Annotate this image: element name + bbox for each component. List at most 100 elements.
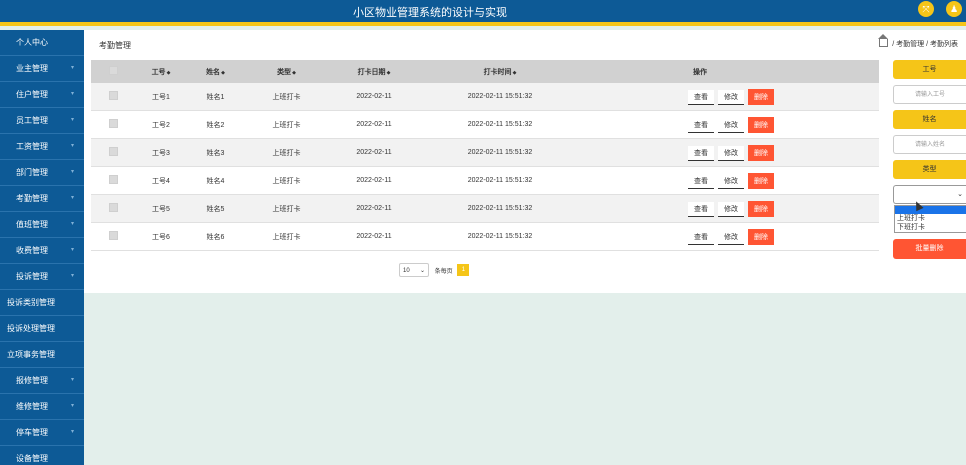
delete-button[interactable]: 删除 — [748, 200, 774, 217]
app-title: 小区物业管理系统的设计与实现 — [353, 7, 507, 19]
row-select-cell — [91, 166, 135, 195]
cell-id: 工号1 — [135, 83, 187, 111]
table-row: 工号5 姓名5 上班打卡 2022-02-11 2022-02-11 15:51:32 查… — [91, 194, 879, 223]
sort-icon: ◆ — [166, 69, 171, 76]
cell-actions: 查看 修改 删除 — [581, 166, 879, 195]
breadcrumb-level1[interactable]: 考勤管理 — [896, 41, 924, 48]
dropdown-option-clock-in[interactable]: 上班打卡 — [895, 214, 966, 223]
fullscreen-icon[interactable]: ⤧ — [918, 1, 934, 17]
cell-name: 姓名6 — [187, 222, 244, 251]
edit-button[interactable]: 修改 — [718, 229, 744, 245]
sidebar-item-residents[interactable]: 住户管理 ▾ — [0, 82, 84, 108]
cell-actions: 查看 修改 删除 — [581, 222, 879, 251]
chevron-down-icon: ▾ — [70, 117, 74, 123]
chevron-down-icon: ▾ — [70, 65, 74, 71]
page-number-button[interactable]: 1 — [457, 264, 470, 276]
sort-icon: ◆ — [386, 69, 391, 76]
main-panel: 考勤管理 / 考勤管理 / 考勤列表 工号◆ 姓名◆ 类型◆ 打卡日期◆ 打卡时… — [84, 30, 966, 293]
chevron-down-icon: ▾ — [70, 273, 74, 279]
search-panel: 工号 请输入工号 姓名 请输入姓名 类型 ⌄ 上班打卡 下班打卡 — [893, 60, 966, 233]
dropdown-option-empty[interactable] — [895, 206, 966, 214]
header-name[interactable]: 姓名◆ — [187, 60, 244, 83]
cell-type: 上班打卡 — [244, 138, 329, 167]
pagination: 10 ⌄ 条每页 1 — [399, 263, 470, 277]
chevron-down-icon: ▾ — [70, 169, 74, 175]
view-button[interactable]: 查看 — [688, 229, 714, 245]
chevron-down-icon: ▾ — [70, 403, 74, 409]
delete-button[interactable]: 删除 — [748, 144, 774, 161]
view-button[interactable]: 查看 — [688, 201, 714, 217]
cell-id: 工号2 — [135, 110, 187, 139]
view-button[interactable]: 查看 — [688, 117, 714, 133]
delete-button[interactable]: 删除 — [748, 116, 774, 133]
row-checkbox[interactable] — [108, 119, 118, 128]
row-checkbox[interactable] — [108, 91, 118, 100]
page-size-select[interactable]: 10 ⌄ — [399, 263, 429, 277]
sidebar-item-duty[interactable]: 值班管理 ▾ — [0, 212, 84, 238]
sidebar-item-complaints[interactable]: 投诉管理 ▾ — [0, 264, 84, 290]
sidebar-item-departments[interactable]: 部门管理 ▾ — [0, 160, 84, 186]
edit-button[interactable]: 修改 — [718, 117, 744, 133]
cell-id: 工号6 — [135, 222, 187, 251]
sidebar-item-owners[interactable]: 业主管理 ▾ — [0, 56, 84, 82]
sidebar-item-attendance[interactable]: 考勤管理 ▾ — [0, 186, 84, 212]
user-icon[interactable]: ♟ — [946, 1, 962, 17]
id-search-label: 工号 — [893, 60, 966, 79]
edit-button[interactable]: 修改 — [718, 89, 744, 105]
sidebar-item-complaint-handling[interactable]: 投诉处理管理 — [0, 316, 84, 342]
cell-date: 2022-02-11 — [329, 110, 419, 139]
sidebar-item-complaint-categories[interactable]: 投诉类别管理 — [0, 290, 84, 316]
sidebar-item-personal-center[interactable]: 个人中心 — [0, 30, 84, 56]
cell-name: 姓名5 — [187, 194, 244, 223]
row-checkbox[interactable] — [108, 147, 118, 156]
sidebar-item-charges[interactable]: 收费管理 ▾ — [0, 238, 84, 264]
header-type[interactable]: 类型◆ — [244, 60, 329, 83]
cell-id: 工号3 — [135, 138, 187, 167]
batch-delete-button[interactable]: 批量删除 — [893, 239, 966, 259]
dropdown-option-clock-out[interactable]: 下班打卡 — [895, 223, 966, 232]
select-all-header — [91, 60, 135, 83]
header-id[interactable]: 工号◆ — [135, 60, 187, 83]
header-time[interactable]: 打卡时间◆ — [419, 60, 581, 83]
row-checkbox[interactable] — [108, 175, 118, 184]
delete-button[interactable]: 删除 — [748, 88, 774, 105]
sidebar-item-salary[interactable]: 工资管理 ▾ — [0, 134, 84, 160]
chevron-down-icon: ⌄ — [957, 191, 963, 198]
view-button[interactable]: 查看 — [688, 145, 714, 161]
sidebar-item-equipment[interactable]: 设备管理 — [0, 446, 84, 465]
sidebar-item-staff[interactable]: 员工管理 ▾ — [0, 108, 84, 134]
cell-name: 姓名3 — [187, 138, 244, 167]
row-select-cell — [91, 222, 135, 251]
per-page-label: 条每页 — [434, 268, 453, 275]
edit-button[interactable]: 修改 — [718, 201, 744, 217]
table-row: 工号2 姓名2 上班打卡 2022-02-11 2022-02-11 15:51:32 查… — [91, 110, 879, 139]
home-icon[interactable] — [878, 34, 889, 47]
edit-button[interactable]: 修改 — [718, 145, 744, 161]
view-button[interactable]: 查看 — [688, 89, 714, 105]
cell-date: 2022-02-11 — [329, 166, 419, 195]
chevron-down-icon: ▾ — [70, 143, 74, 149]
sidebar: 个人中心 业主管理 ▾ 住户管理 ▾ 员工管理 ▾ 工资管理 ▾ 部门管理 ▾ 考勤管理 ▾… — [0, 30, 84, 465]
table-row: 工号6 姓名6 上班打卡 2022-02-11 2022-02-11 15:51:32 查… — [91, 222, 879, 251]
select-all-checkbox[interactable] — [108, 66, 118, 75]
sidebar-item-maintenance[interactable]: 维修管理 ▾ — [0, 394, 84, 420]
chevron-down-icon: ▾ — [70, 247, 74, 253]
row-checkbox[interactable] — [108, 231, 118, 240]
delete-button[interactable]: 删除 — [748, 172, 774, 189]
id-search-input[interactable]: 请输入工号 — [893, 85, 966, 104]
chevron-down-icon: ▾ — [70, 429, 74, 435]
cell-id: 工号5 — [135, 194, 187, 223]
sidebar-item-parking[interactable]: 停车管理 ▾ — [0, 420, 84, 446]
view-button[interactable]: 查看 — [688, 173, 714, 189]
delete-button[interactable]: 删除 — [748, 228, 774, 245]
sidebar-item-projects[interactable]: 立项事务管理 — [0, 342, 84, 368]
edit-button[interactable]: 修改 — [718, 173, 744, 189]
header-date[interactable]: 打卡日期◆ — [329, 60, 419, 83]
name-search-input[interactable]: 请输入姓名 — [893, 135, 966, 154]
chevron-down-icon: ⌄ — [419, 268, 425, 274]
row-checkbox[interactable] — [108, 203, 118, 212]
type-dropdown-list: 上班打卡 下班打卡 — [894, 205, 966, 233]
sidebar-item-repair-requests[interactable]: 报修管理 ▾ — [0, 368, 84, 394]
breadcrumb-level2: 考勤列表 — [930, 41, 958, 48]
type-select[interactable]: ⌄ 上班打卡 下班打卡 — [893, 185, 966, 233]
